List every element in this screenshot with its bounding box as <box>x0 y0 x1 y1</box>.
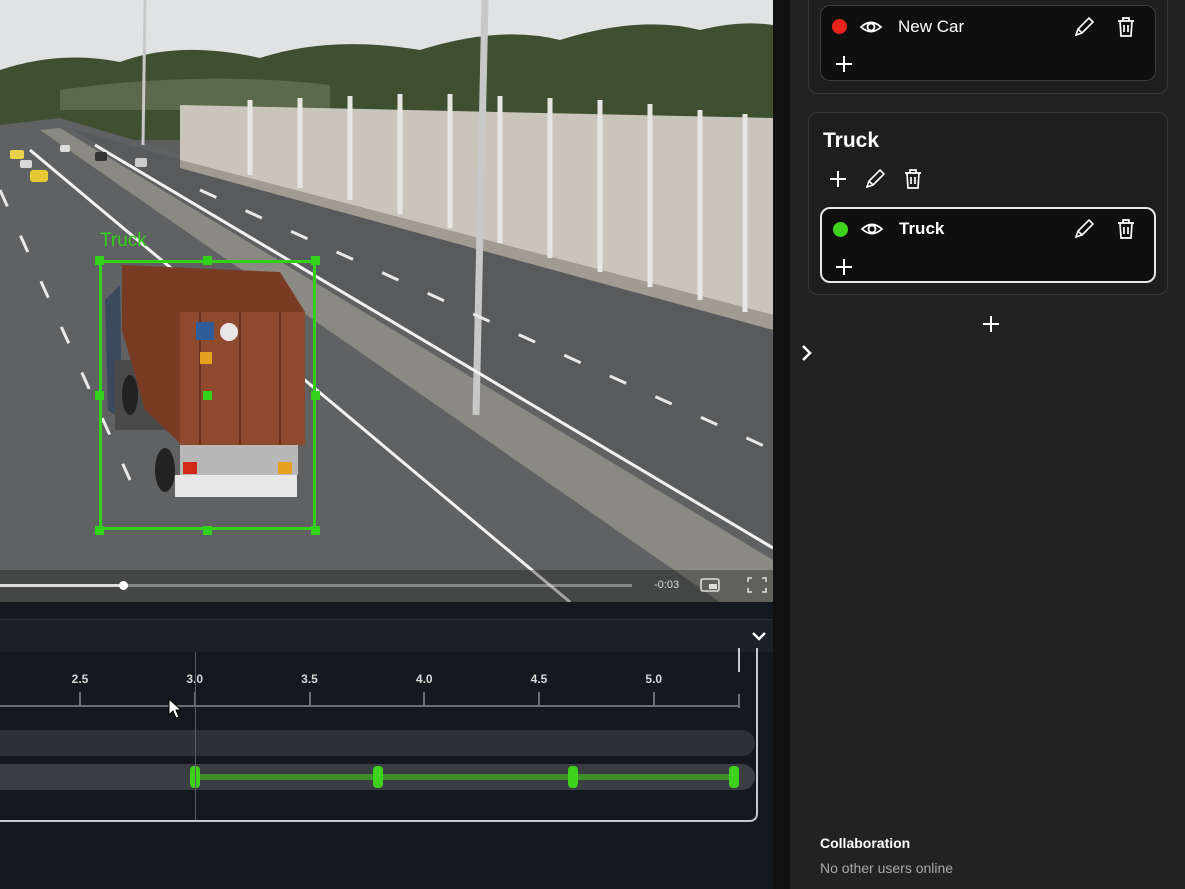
trash-icon[interactable] <box>1114 217 1138 241</box>
plus-icon[interactable] <box>832 255 856 279</box>
group-card-new-car: New Car <box>808 0 1168 94</box>
object-color-dot <box>833 222 848 237</box>
pencil-icon[interactable] <box>1072 15 1096 39</box>
timeline-frame <box>0 648 758 822</box>
bbox-handle-top[interactable] <box>203 256 212 265</box>
bbox-handle-right[interactable] <box>311 391 320 400</box>
group-card-truck: Truck Truck <box>808 112 1168 295</box>
collaboration-status: No other users online <box>820 860 954 876</box>
video-player[interactable]: Truck -0:03 <box>0 0 773 602</box>
fullscreen-icon[interactable] <box>747 577 767 593</box>
bbox-handle-bottom-right[interactable] <box>311 526 320 535</box>
object-card-truck[interactable]: Truck <box>820 207 1156 283</box>
bbox-handle-top-right[interactable] <box>311 256 320 265</box>
pencil-icon[interactable] <box>1072 217 1096 241</box>
video-controls: -0:03 <box>0 570 773 602</box>
eye-icon[interactable] <box>860 217 884 241</box>
trash-icon[interactable] <box>1114 15 1138 39</box>
group-title: Truck <box>823 129 880 152</box>
collaboration-title: Collaboration <box>820 835 911 851</box>
bbox-handle-bottom[interactable] <box>203 526 212 535</box>
bbox-handle-top-left[interactable] <box>95 256 104 265</box>
plus-icon[interactable] <box>832 52 856 76</box>
chevron-down-icon[interactable] <box>750 628 768 644</box>
object-color-dot <box>832 19 847 34</box>
add-group-button[interactable] <box>979 312 1003 336</box>
mouse-cursor-icon <box>168 698 183 719</box>
object-name: Truck <box>899 219 945 238</box>
object-name: New Car <box>898 17 965 36</box>
trash-icon[interactable] <box>901 167 925 191</box>
pencil-icon[interactable] <box>863 167 887 191</box>
bbox-handle-center[interactable] <box>203 391 212 400</box>
bbox-label: Truck <box>100 230 147 251</box>
progress-scrubber[interactable] <box>119 581 128 590</box>
bbox-handle-left[interactable] <box>95 391 104 400</box>
pip-icon[interactable] <box>700 577 720 593</box>
plus-icon[interactable] <box>826 167 850 191</box>
eye-icon[interactable] <box>859 15 883 39</box>
chevron-right-icon[interactable] <box>800 344 814 362</box>
timeline-panel: 2.53.03.54.04.55.0 <box>0 602 773 889</box>
time-remaining: -0:03 <box>654 579 680 591</box>
timeline-end-marker <box>738 648 758 672</box>
object-card-new-car[interactable]: New Car <box>820 5 1156 81</box>
progress-fill <box>0 584 123 587</box>
bbox-handle-bottom-left[interactable] <box>95 526 104 535</box>
objects-sidebar: New Car Truck Truck <box>773 0 1185 889</box>
